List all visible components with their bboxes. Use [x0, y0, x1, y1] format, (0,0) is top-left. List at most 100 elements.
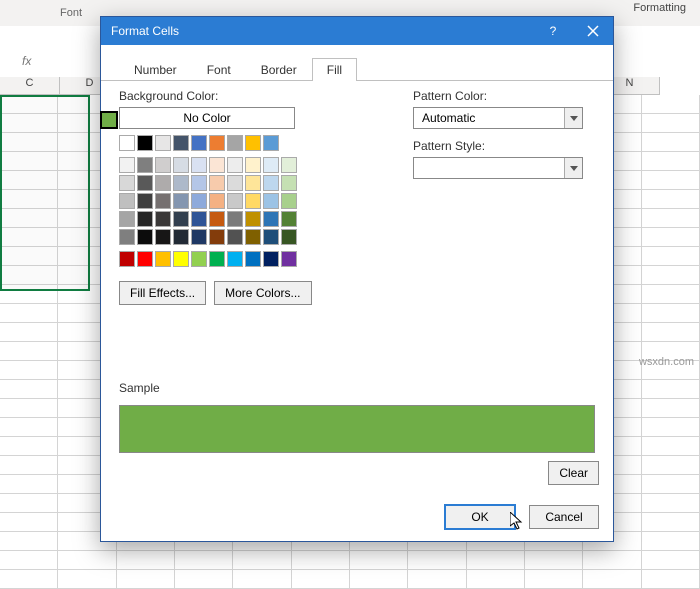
color-swatch[interactable] [119, 251, 135, 267]
formatting-dropdown[interactable]: Formatting [625, 0, 694, 16]
color-swatch[interactable] [263, 229, 279, 245]
color-swatch[interactable] [209, 251, 225, 267]
cell[interactable] [642, 570, 700, 589]
cell[interactable] [642, 399, 700, 418]
pattern-color-combo[interactable]: Automatic [413, 107, 583, 129]
cell[interactable] [642, 190, 700, 209]
cell[interactable] [0, 437, 58, 456]
tab-font[interactable]: Font [192, 58, 246, 81]
cell[interactable] [642, 266, 700, 285]
cell[interactable] [642, 437, 700, 456]
tab-number[interactable]: Number [119, 58, 192, 81]
clear-button[interactable]: Clear [548, 461, 599, 485]
color-swatch[interactable] [209, 193, 225, 209]
help-button[interactable]: ? [533, 17, 573, 45]
color-swatch[interactable] [173, 157, 189, 173]
cell[interactable] [0, 513, 58, 532]
formula-bar-fx[interactable]: fx [22, 54, 31, 68]
cell[interactable] [642, 133, 700, 152]
color-swatch[interactable] [281, 157, 297, 173]
color-swatch[interactable] [263, 175, 279, 191]
cell[interactable] [642, 323, 700, 342]
color-swatch[interactable] [137, 175, 153, 191]
color-swatch[interactable] [191, 193, 207, 209]
color-swatch[interactable] [281, 229, 297, 245]
cell[interactable] [642, 418, 700, 437]
color-swatch[interactable] [173, 193, 189, 209]
color-swatch[interactable] [263, 135, 279, 151]
color-swatch[interactable] [137, 157, 153, 173]
color-swatch[interactable] [191, 229, 207, 245]
cell[interactable] [642, 171, 700, 190]
cell[interactable] [0, 399, 58, 418]
cell[interactable] [642, 456, 700, 475]
cell[interactable] [467, 551, 525, 570]
color-swatch[interactable] [263, 157, 279, 173]
color-swatch[interactable] [155, 135, 171, 151]
color-swatch[interactable] [209, 229, 225, 245]
color-swatch[interactable] [191, 175, 207, 191]
color-swatch[interactable] [191, 251, 207, 267]
color-swatch[interactable] [137, 251, 153, 267]
column-header[interactable]: C [0, 77, 60, 95]
cell[interactable] [642, 304, 700, 323]
cell[interactable] [642, 380, 700, 399]
cell[interactable] [408, 551, 466, 570]
more-colors-button[interactable]: More Colors... [214, 281, 311, 305]
cell[interactable] [0, 532, 58, 551]
color-swatch[interactable] [245, 193, 261, 209]
cell[interactable] [175, 570, 233, 589]
color-swatch[interactable] [119, 193, 135, 209]
color-swatch[interactable] [173, 251, 189, 267]
color-swatch[interactable] [263, 193, 279, 209]
color-swatch[interactable] [119, 157, 135, 173]
cell[interactable] [0, 380, 58, 399]
cell[interactable] [350, 570, 408, 589]
color-swatch[interactable] [155, 157, 171, 173]
color-swatch[interactable] [227, 157, 243, 173]
color-swatch[interactable] [191, 211, 207, 227]
cell[interactable] [292, 551, 350, 570]
color-swatch[interactable] [173, 229, 189, 245]
color-swatch[interactable] [227, 251, 243, 267]
color-swatch[interactable] [245, 135, 261, 151]
cell[interactable] [642, 551, 700, 570]
cell[interactable] [642, 475, 700, 494]
color-swatch[interactable] [245, 229, 261, 245]
fill-effects-button[interactable]: Fill Effects... [119, 281, 206, 305]
color-swatch[interactable] [119, 211, 135, 227]
cell[interactable] [175, 551, 233, 570]
cell[interactable] [642, 114, 700, 133]
cell[interactable] [0, 361, 58, 380]
cell[interactable] [642, 152, 700, 171]
cell[interactable] [525, 570, 583, 589]
cell[interactable] [467, 570, 525, 589]
color-swatch[interactable] [227, 229, 243, 245]
color-swatch[interactable] [281, 211, 297, 227]
color-swatch[interactable] [245, 251, 261, 267]
cell[interactable] [642, 95, 700, 114]
cell[interactable] [642, 285, 700, 304]
cell[interactable] [0, 342, 58, 361]
cell[interactable] [0, 494, 58, 513]
cell[interactable] [0, 323, 58, 342]
cell[interactable] [58, 570, 116, 589]
cell[interactable] [0, 304, 58, 323]
color-swatch[interactable] [137, 229, 153, 245]
cell[interactable] [0, 456, 58, 475]
color-swatch[interactable] [281, 251, 297, 267]
color-swatch[interactable] [263, 211, 279, 227]
color-swatch[interactable] [155, 211, 171, 227]
color-swatch[interactable] [137, 135, 153, 151]
cell[interactable] [0, 551, 58, 570]
color-swatch[interactable] [137, 193, 153, 209]
close-button[interactable] [573, 17, 613, 45]
color-swatch[interactable] [245, 175, 261, 191]
color-swatch[interactable] [209, 135, 225, 151]
color-swatch[interactable] [209, 211, 225, 227]
cell[interactable] [642, 532, 700, 551]
cell[interactable] [408, 570, 466, 589]
color-swatch[interactable] [173, 135, 189, 151]
cell[interactable] [233, 551, 291, 570]
cell[interactable] [233, 570, 291, 589]
